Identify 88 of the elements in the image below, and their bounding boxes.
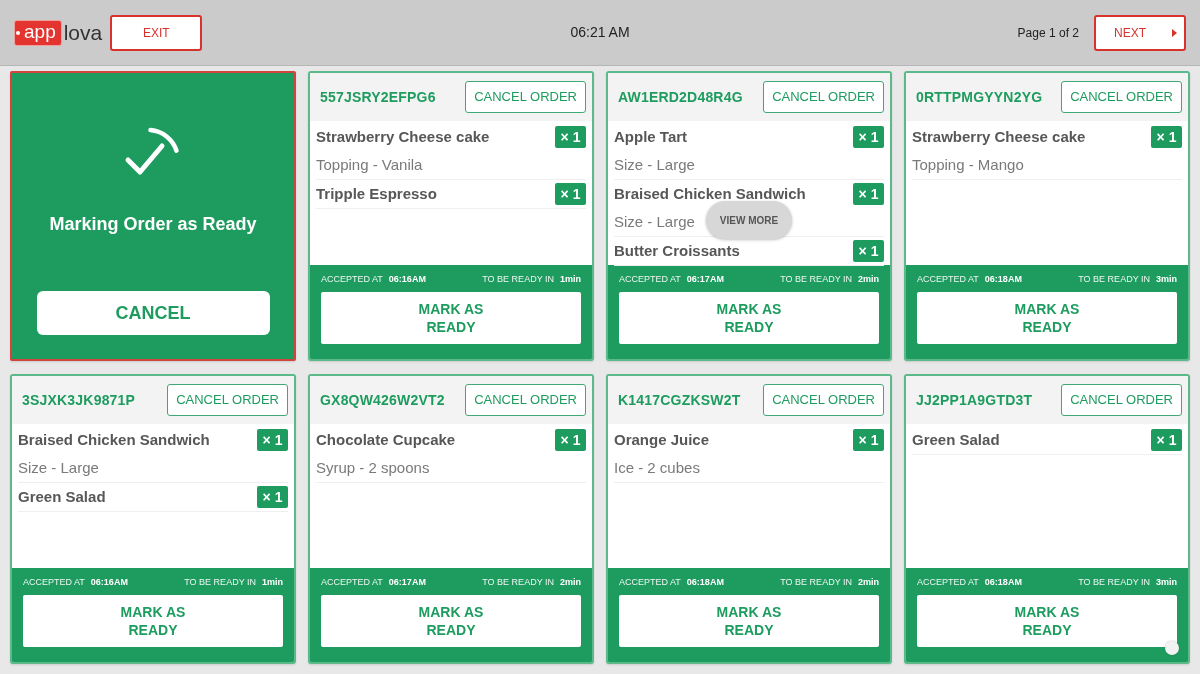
accepted-label: ACCEPTED AT — [619, 274, 681, 285]
clock-time: 06:21 AM — [570, 23, 630, 42]
item-name: Chocolate Cupcake — [316, 429, 456, 450]
mark-ready-button[interactable]: MARK AS READY — [321, 292, 581, 344]
page-indicator: Page 1 of 2 — [1017, 24, 1079, 42]
accepted-time: 06:17AM — [686, 274, 724, 285]
order-id: 0RTTPMGYYN2YG — [916, 87, 1043, 107]
item-modifier: Topping - Vanila — [316, 154, 423, 175]
item-name: Tripple Espresso — [316, 183, 437, 204]
order-id: K1417CGZKSW2T — [618, 390, 741, 410]
caret-icon — [1172, 28, 1177, 37]
quantity-badge: × 1 — [257, 486, 288, 508]
item-modifier: Size - Large — [614, 154, 695, 175]
accepted-label: ACCEPTED AT — [321, 274, 383, 285]
order-id: JJ2PP1A9GTD3T — [916, 390, 1033, 410]
item-name: Green Salad — [18, 486, 106, 507]
mark-ready-button[interactable]: MARK AS READY — [917, 292, 1177, 344]
ready-label: TO BE READY IN — [1078, 577, 1150, 588]
view-more-button[interactable]: VIEW MORE — [706, 201, 792, 239]
ready-time: 2min — [560, 577, 581, 588]
ready-time: 3min — [1156, 274, 1177, 285]
item-modifier: Size - Large — [614, 211, 695, 232]
mark-ready-button[interactable]: MARK AS READY — [321, 595, 581, 647]
accepted-time: 06:18AM — [686, 577, 724, 588]
mark-ready-button[interactable]: MARK AS READY — [619, 292, 879, 344]
accepted-label: ACCEPTED AT — [917, 577, 979, 588]
item-modifier: Ice - 2 cubes — [614, 457, 700, 478]
ready-time: 1min — [560, 274, 581, 285]
accepted-label: ACCEPTED AT — [23, 577, 85, 588]
exit-button[interactable]: EXIT — [110, 14, 203, 51]
next-button[interactable]: NEXT — [1094, 14, 1186, 51]
accepted-label: ACCEPTED AT — [619, 577, 681, 588]
ready-label: TO BE READY IN — [482, 577, 554, 588]
order-id: GX8QW426W2VT2 — [320, 390, 445, 410]
quantity-badge: × 1 — [555, 429, 586, 451]
ready-time: 2min — [858, 274, 879, 285]
accepted-time: 06:17AM — [388, 577, 426, 588]
accepted-time: 06:16AM — [388, 274, 426, 285]
ready-label: TO BE READY IN — [184, 577, 256, 588]
order-id: AW1ERD2D48R4G — [618, 87, 743, 107]
quantity-badge: × 1 — [853, 240, 884, 262]
cancel-order-button[interactable]: CANCEL ORDER — [1061, 81, 1182, 113]
quantity-badge: × 1 — [853, 429, 884, 451]
ready-time: 1min — [262, 577, 283, 588]
item-name: Green Salad — [912, 429, 1000, 450]
ready-label: TO BE READY IN — [780, 577, 852, 588]
ready-label: TO BE READY IN — [482, 274, 554, 285]
order-id: 557JSRY2EFPG6 — [320, 87, 436, 107]
item-name: Strawberry Cheese cake — [912, 126, 1086, 147]
quantity-badge: × 1 — [257, 429, 288, 451]
cancel-order-button[interactable]: CANCEL ORDER — [763, 384, 884, 416]
accepted-label: ACCEPTED AT — [917, 274, 979, 285]
quantity-badge: × 1 — [555, 126, 586, 148]
ready-time: 3min — [1156, 577, 1177, 588]
mark-ready-button[interactable]: MARK AS READY — [917, 595, 1177, 647]
cancel-order-button[interactable]: CANCEL ORDER — [1061, 384, 1182, 416]
mark-ready-button[interactable]: MARK AS READY — [23, 595, 283, 647]
accepted-time: 06:18AM — [984, 577, 1022, 588]
accepted-label: ACCEPTED AT — [321, 577, 383, 588]
accepted-time: 06:16AM — [90, 577, 128, 588]
item-name: Butter Croissants — [614, 240, 740, 261]
ready-label: TO BE READY IN — [1078, 274, 1150, 285]
status-message: Marking Order as Ready — [49, 213, 257, 236]
cancel-order-button[interactable]: CANCEL ORDER — [465, 384, 586, 416]
quantity-badge: × 1 — [853, 183, 884, 205]
ready-label: TO BE READY IN — [780, 274, 852, 285]
quantity-badge: × 1 — [1151, 126, 1182, 148]
item-name: Braised Chicken Sandwich — [614, 183, 806, 204]
cancel-order-button[interactable]: CANCEL ORDER — [167, 384, 288, 416]
item-name: Orange Juice — [614, 429, 710, 450]
cancel-order-button[interactable]: CANCEL ORDER — [763, 81, 884, 113]
cancel-button[interactable]: CANCEL — [36, 291, 270, 335]
item-name: Apple Tart — [614, 126, 688, 147]
quantity-badge: × 1 — [555, 183, 586, 205]
item-name: Strawberry Cheese cake — [316, 126, 490, 147]
mark-ready-button[interactable]: MARK AS READY — [619, 595, 879, 647]
item-modifier: Size - Large — [18, 457, 99, 478]
item-modifier: Topping - Mango — [912, 154, 1024, 175]
item-name: Braised Chicken Sandwich — [18, 429, 210, 450]
order-id: 3SJXK3JK9871P — [22, 390, 136, 410]
quantity-badge: × 1 — [1151, 429, 1182, 451]
accepted-time: 06:18AM — [984, 274, 1022, 285]
ready-time: 2min — [858, 577, 879, 588]
logo-badge: app — [14, 19, 62, 46]
cancel-order-button[interactable]: CANCEL ORDER — [465, 81, 586, 113]
item-modifier: Syrup - 2 spoons — [316, 457, 430, 478]
logo-text: lova — [63, 19, 103, 46]
quantity-badge: × 1 — [853, 126, 884, 148]
